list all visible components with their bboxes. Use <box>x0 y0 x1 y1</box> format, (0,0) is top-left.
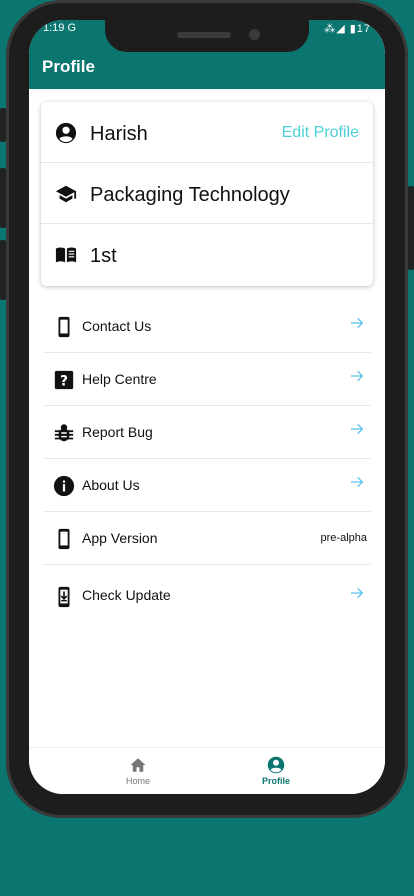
menu-item-label: Contact Us <box>82 318 152 334</box>
nav-profile[interactable]: Profile <box>236 756 316 786</box>
arrow-right-icon <box>351 370 364 382</box>
status-time: 1:19 G <box>43 22 77 34</box>
profile-name: Harish <box>90 123 148 145</box>
phone-screen: 1:19 G ⁂◢ ▮17 Profile Harish Edit Profil… <box>29 20 385 794</box>
profile-year-row: 1st <box>41 224 373 285</box>
side-button-left-1 <box>0 108 6 142</box>
nav-profile-label: Profile <box>261 776 290 786</box>
page-title: Profile <box>42 57 95 76</box>
download-phone-icon <box>58 586 70 608</box>
menu-item-help-centre[interactable]: ? Help Centre <box>43 353 371 406</box>
arrow-right-icon <box>351 587 364 599</box>
menu-item-label: Check Update <box>82 587 171 603</box>
svg-text:?: ? <box>60 374 68 390</box>
arrow-right-icon <box>351 423 364 435</box>
home-icon <box>130 758 146 772</box>
menu-item-label: App Version <box>82 530 158 546</box>
front-camera <box>249 29 260 40</box>
side-button-right <box>408 186 414 270</box>
profile-card: Harish Edit Profile Packaging Technology… <box>41 102 373 286</box>
speaker-grille <box>177 32 231 38</box>
menu-item-label: Help Centre <box>82 371 157 387</box>
nav-home-label: Home <box>125 776 150 786</box>
graduation-cap-icon <box>55 185 77 203</box>
menu-item-label: About Us <box>82 477 140 493</box>
arrow-right-icon <box>351 317 364 329</box>
app-version-value: pre-alpha <box>320 532 367 544</box>
profile-name-row: Harish Edit Profile <box>41 102 373 163</box>
bug-icon <box>54 424 74 442</box>
menu-item-about-us[interactable]: About Us <box>43 459 371 512</box>
help-icon: ? <box>54 370 74 390</box>
book-open-icon <box>55 247 77 263</box>
bottom-navigation: Home Profile <box>29 747 385 794</box>
profile-year: 1st <box>90 245 117 267</box>
side-button-left-3 <box>0 240 6 300</box>
nav-home[interactable]: Home <box>98 756 178 786</box>
phone-icon <box>58 528 70 550</box>
profile-course-row: Packaging Technology <box>41 163 373 224</box>
menu-item-report-bug[interactable]: Report Bug <box>43 406 371 459</box>
status-icons: ⁂◢ ▮17 <box>324 23 371 35</box>
profile-course: Packaging Technology <box>90 184 290 206</box>
account-circle-icon <box>55 122 77 144</box>
menu-item-check-update[interactable]: Check Update <box>43 565 371 627</box>
menu-item-contact-us[interactable]: Contact Us <box>43 300 371 353</box>
menu-item-label: Report Bug <box>82 424 153 440</box>
phone-icon <box>58 316 70 338</box>
account-circle-icon <box>267 756 285 774</box>
arrow-right-icon <box>351 476 364 488</box>
camera-notch <box>105 20 309 52</box>
menu-item-app-version: App Version pre-alpha <box>43 512 371 565</box>
settings-menu: Contact Us ? Help Centre Report Bug Abou… <box>43 300 371 627</box>
edit-profile-link[interactable]: Edit Profile <box>282 124 359 142</box>
side-button-left-2 <box>0 168 6 228</box>
info-icon <box>53 475 75 497</box>
